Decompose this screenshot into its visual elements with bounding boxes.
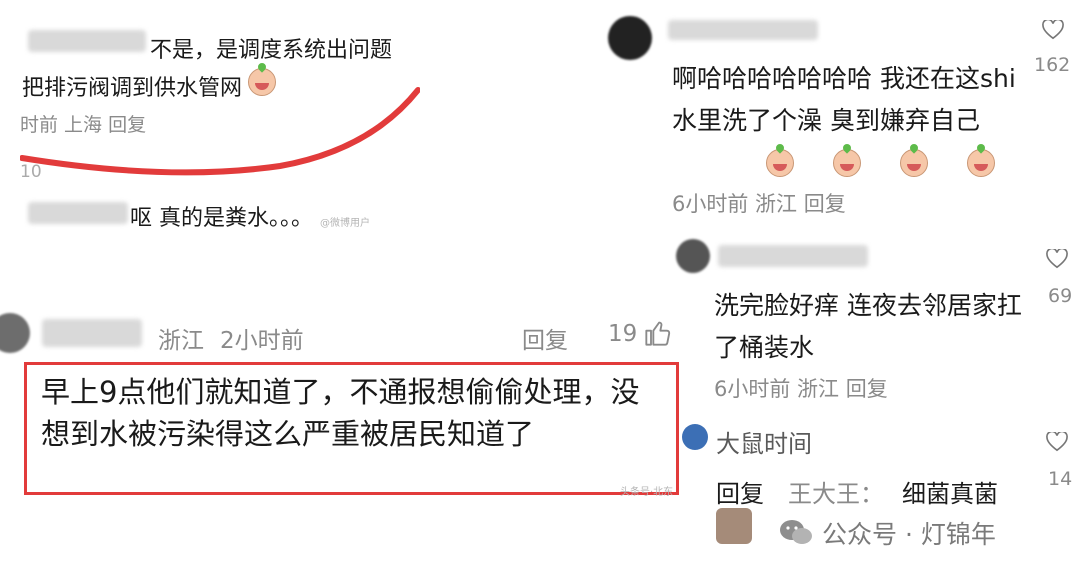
toutiao-watermark: 头条号·北东 [620, 487, 674, 498]
username-blurred [668, 20, 818, 40]
weibo-watermark: @微博用户 [320, 218, 370, 229]
heart-icon[interactable] [1046, 249, 1068, 269]
username-blurred [42, 319, 142, 347]
right-comment-1: 啊哈哈哈哈哈哈哈 我还在这shi水里洗了个澡 臭到嫌弃自己 6小时前 浙江 回复… [600, 8, 1080, 223]
username-blurred [28, 30, 146, 52]
crying-emoji-icon [900, 149, 929, 177]
comment-meta[interactable]: 6小时前 浙江 回复 [714, 373, 888, 403]
highlighted-comment-text: 早上9点他们就知道了，不通报想偷偷处理，没想到水被污染得这么严重被居民知道了 [41, 375, 640, 451]
avatar[interactable] [0, 313, 30, 353]
heart-icon[interactable] [1042, 20, 1064, 40]
middle-left-card: 浙江 2小时前 回复 19 早上9点他们就知道了，不通报想偷偷处理，没想到水被污… [0, 305, 690, 505]
wechat-icon [780, 520, 812, 544]
comment-text: 细菌真菌 [902, 480, 998, 508]
username[interactable]: 大鼠时间 [716, 424, 812, 459]
account-name: 公众号 · 灯锦年 [822, 520, 996, 549]
like-count: 69 [1048, 285, 1073, 307]
heart-icon[interactable] [1046, 432, 1068, 452]
red-underline-curve [20, 87, 420, 176]
comment-text: 洗完脸好痒 连夜去邻居家扛了桶装水 [714, 291, 1022, 362]
comment-time: 2小时前 [220, 328, 304, 354]
reply-count: 10 [20, 162, 42, 182]
username2-blurred [28, 202, 128, 224]
comment-location: 浙江 [158, 328, 204, 354]
thumbs-up-icon[interactable] [644, 319, 672, 347]
highlighted-comment-box: 早上9点他们就知道了，不通报想偷偷处理，没想到水被污染得这么严重被居民知道了 [24, 362, 679, 495]
like-count: 162 [1034, 54, 1071, 76]
second-comment-text: 呕 真的是粪水。。。 [130, 206, 313, 231]
top-left-card: 不是，是调度系统出问题 把排污阀调到供水管网 时前 上海 回复 10 呕 真的是… [20, 10, 420, 245]
avatar[interactable] [608, 16, 652, 60]
avatar[interactable] [682, 424, 708, 450]
reply-target[interactable]: 王大王： [788, 474, 884, 509]
username-blurred [718, 245, 868, 267]
comment-text: 啊哈哈哈哈哈哈哈 我还在这shi水里洗了个澡 臭到嫌弃自己 [672, 64, 1016, 135]
cat-emoji-icon [716, 508, 752, 544]
right-comment-3: 大鼠时间 回复 王大王： 细菌真菌 14 [670, 418, 1080, 575]
comment-meta[interactable]: 6小时前 浙江 回复 [672, 188, 846, 218]
crying-emoji-icon [967, 149, 996, 177]
reply-text: 不是，是调度系统出问题 [150, 38, 393, 63]
wechat-watermark: 公众号 · 灯锦年 [778, 516, 996, 550]
reply-button[interactable]: 回复 [522, 321, 568, 355]
crying-emoji-icon [833, 149, 862, 177]
crying-emoji-icon [766, 149, 794, 177]
like-count: 19 [608, 321, 638, 347]
reply-label[interactable]: 回复 [716, 474, 764, 509]
right-comment-2: 洗完脸好痒 连夜去邻居家扛了桶装水 6小时前 浙江 回复 69 [670, 235, 1080, 405]
like-count: 14 [1048, 468, 1073, 490]
avatar[interactable] [676, 239, 710, 273]
